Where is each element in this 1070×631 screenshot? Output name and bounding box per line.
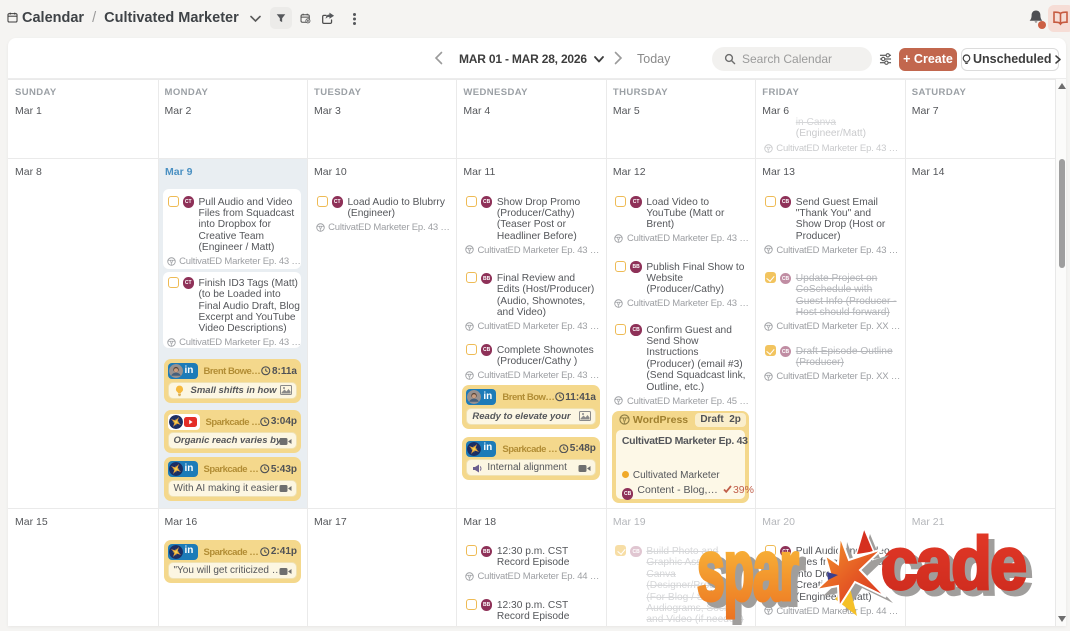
svg-text:cade: cade [881, 524, 1026, 605]
svg-text:spar: spar [697, 524, 799, 618]
